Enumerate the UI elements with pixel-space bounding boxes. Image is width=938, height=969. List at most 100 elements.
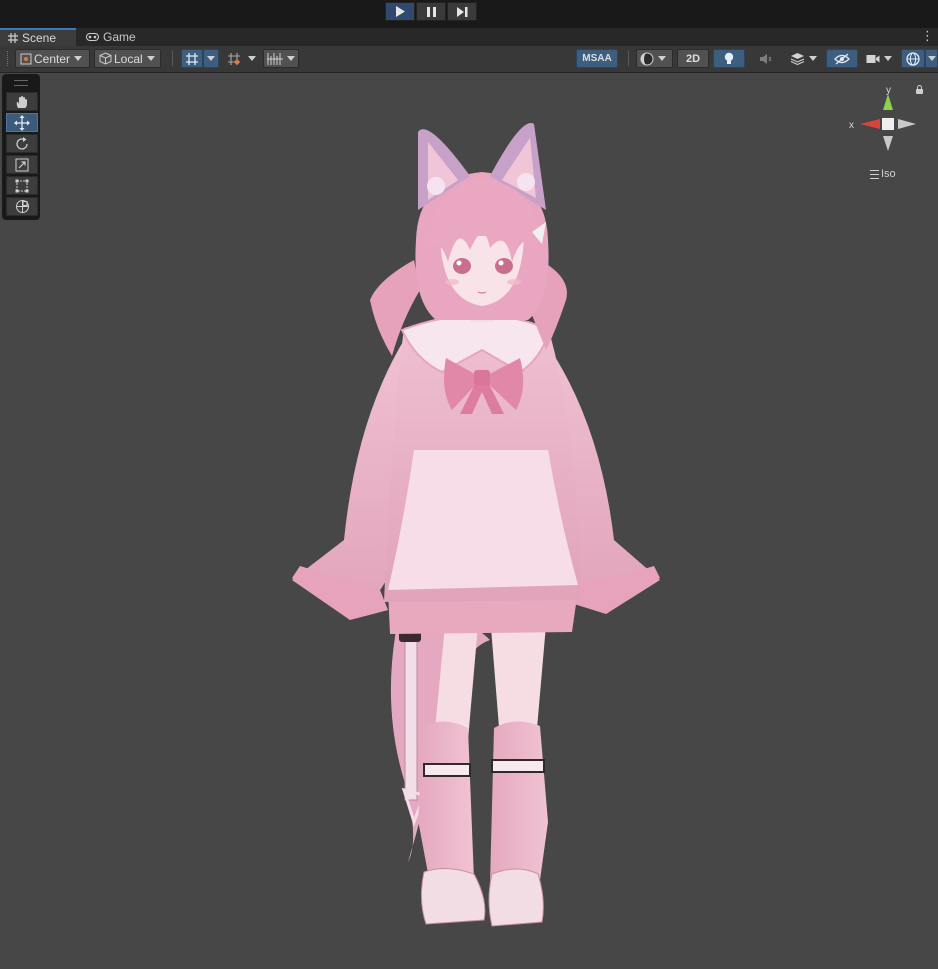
hand-tool-button[interactable] [6, 92, 38, 111]
left-eye [453, 258, 471, 274]
effects-dropdown[interactable] [785, 49, 823, 68]
hoodie-pocket [388, 450, 578, 590]
pivot-mode-dropdown[interactable]: Center [15, 49, 90, 68]
rotate-tool-button[interactable] [6, 134, 38, 153]
align-tools-dropdown[interactable] [263, 49, 299, 68]
tab-scene-label: Scene [22, 31, 57, 45]
more-options-icon[interactable]: ⋮ [921, 29, 934, 42]
tab-scene[interactable]: Scene [0, 28, 76, 46]
right-shoe [488, 868, 544, 927]
bow-knot [474, 370, 490, 386]
pause-button[interactable] [416, 2, 446, 21]
lighting-toggle[interactable] [713, 49, 745, 68]
gizmo-center-cube [882, 118, 894, 130]
right-eye [495, 258, 513, 274]
step-button[interactable] [447, 2, 477, 21]
right-leg-warmer [490, 721, 548, 884]
transform-tool-button[interactable] [6, 197, 38, 216]
right-leg-strap [491, 759, 545, 773]
rect-icon [15, 179, 29, 192]
right-leg [490, 615, 546, 740]
lock-icon[interactable] [916, 85, 923, 94]
orientation-gizmo[interactable]: y x [844, 84, 924, 174]
gizmo-x-axis-cone [860, 119, 880, 129]
left-ear-flower [427, 177, 445, 195]
play-button[interactable] [385, 2, 415, 21]
grid-options-dropdown[interactable] [203, 49, 219, 68]
toolbar-grip [7, 51, 10, 66]
gizmo-y-axis-cone [883, 94, 893, 110]
chevron-down-icon [809, 56, 817, 61]
move-tool-button[interactable] [6, 113, 38, 132]
pivot-mode-label: Center [34, 51, 71, 66]
pivot-center-icon [20, 53, 32, 64]
transform-icon [15, 200, 29, 213]
scene-toolbar: Center Local MSAA 2D [0, 46, 938, 73]
rotate-icon [16, 136, 28, 150]
pivot-space-label: Local [114, 51, 143, 66]
snap-increment-icon [228, 52, 240, 65]
mode-2d-label: 2D [685, 52, 701, 65]
menu-lines-icon [870, 169, 879, 179]
gizmo-y-label: y [886, 85, 891, 96]
gamepad-icon [86, 33, 99, 41]
projection-toggle[interactable]: Iso [870, 168, 896, 180]
step-icon [456, 6, 467, 17]
increment-snap-toggle[interactable] [224, 49, 244, 68]
scale-tool-button[interactable] [6, 155, 38, 174]
view-tab-bar: Scene Game ⋮ [0, 28, 938, 47]
palette-drag-handle[interactable] [14, 80, 28, 86]
left-shoe [420, 868, 486, 925]
move-icon [14, 114, 30, 131]
chevron-down-icon [74, 56, 83, 61]
audio-toggle[interactable] [749, 49, 781, 68]
play-mode-bar [0, 0, 938, 28]
tool-palette [2, 74, 40, 220]
strap [404, 639, 418, 801]
scale-icon [15, 158, 29, 171]
gizmos-dropdown[interactable] [925, 49, 938, 68]
hidden-eye-icon [834, 52, 850, 65]
gizmo-x-label: x [849, 120, 854, 131]
chevron-down-icon [658, 56, 666, 61]
chevron-down-icon [248, 56, 256, 61]
chevron-down-icon [207, 56, 215, 61]
play-icon [396, 6, 405, 17]
scene-viewport[interactable] [0, 73, 938, 966]
gizmo-neg-x-axis-cone [898, 119, 916, 129]
align-icon [267, 52, 283, 65]
scene-camera-dropdown[interactable] [862, 49, 898, 68]
left-leg-warmer [418, 721, 474, 884]
hand-icon [16, 95, 27, 108]
pivot-space-dropdown[interactable]: Local [94, 49, 161, 68]
gizmo-neg-y-axis-cone [883, 136, 893, 151]
grid-icon [8, 33, 18, 43]
toolbar-separator [628, 51, 629, 66]
left-leg-strap [423, 763, 471, 777]
gizmos-toggle[interactable] [901, 49, 925, 68]
tab-game[interactable]: Game [84, 28, 136, 46]
grid-snapping-toggle[interactable] [181, 49, 203, 68]
pause-icon [426, 6, 436, 17]
tab-game-label: Game [103, 30, 136, 44]
cube-icon [99, 52, 112, 65]
chevron-down-icon [927, 56, 936, 61]
globe-icon [906, 51, 920, 66]
rect-tool-button[interactable] [6, 176, 38, 195]
play-controls [385, 2, 478, 21]
chevron-down-icon [884, 56, 892, 61]
msaa-label: MSAA [582, 53, 612, 64]
lightbulb-icon [724, 52, 734, 64]
scene-visibility-toggle[interactable] [826, 49, 858, 68]
avatar-model [292, 123, 660, 927]
right-ear-flower [517, 173, 535, 191]
camera-icon [866, 54, 880, 63]
toolbar-separator [172, 51, 173, 66]
projection-label: Iso [881, 168, 896, 180]
chevron-down-icon [146, 56, 155, 61]
draw-mode-dropdown[interactable] [636, 49, 673, 68]
mode-2d-toggle[interactable]: 2D [677, 49, 709, 68]
speaker-muted-icon [759, 53, 771, 64]
msaa-toggle[interactable]: MSAA [576, 49, 618, 68]
increment-snap-dropdown[interactable] [245, 49, 259, 68]
